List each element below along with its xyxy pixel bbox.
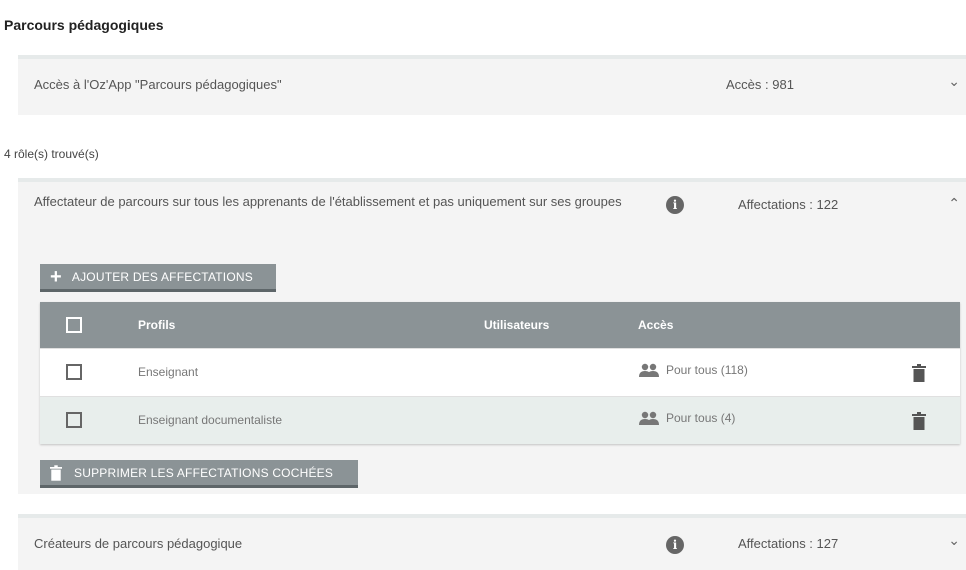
role-panel[interactable]: Créateurs de parcours pédagogique i Affe… [18, 514, 966, 570]
role-count: Affectations : 127 [738, 536, 839, 551]
table-row: Enseignant documentaliste Pour tous (4) [40, 396, 960, 444]
chevron-down-icon[interactable]: ⌄ [948, 73, 960, 90]
row-checkbox[interactable] [66, 412, 82, 428]
group-icon [639, 411, 659, 425]
trash-icon[interactable] [912, 364, 926, 382]
access-panel[interactable]: Accès à l'Oz'App "Parcours pédagogiques"… [18, 55, 966, 115]
acces-cell: Pour tous (4) [638, 411, 735, 425]
role-name: Affectateur de parcours sur tous les app… [34, 194, 622, 209]
add-assignments-label: AJOUTER DES AFFECTATIONS [71, 269, 253, 284]
select-all-checkbox[interactable] [66, 317, 82, 333]
role-panel: Affectateur de parcours sur tous les app… [18, 178, 966, 494]
role-count: Affectations : 122 [738, 197, 839, 212]
group-icon [639, 363, 659, 377]
trash-icon [50, 464, 62, 481]
profil-cell: Enseignant documentaliste [138, 413, 283, 427]
chevron-down-icon[interactable]: ⌄ [948, 532, 960, 549]
assignments-table: Profils Utilisateurs Accès Enseignant Po… [40, 302, 960, 444]
acces-value: Pour tous (4) [666, 411, 736, 425]
row-checkbox[interactable] [66, 364, 82, 380]
column-header-acces: Accès [638, 318, 674, 332]
access-label: Accès à l'Oz'App "Parcours pédagogiques" [34, 77, 282, 92]
acces-value: Pour tous (118) [666, 363, 748, 377]
delete-checked-button[interactable]: SUPPRIMER LES AFFECTATIONS COCHÉES [40, 460, 358, 488]
info-icon[interactable]: i [666, 536, 684, 554]
profil-cell: Enseignant [138, 365, 199, 379]
column-header-profils: Profils [138, 318, 176, 332]
column-header-utilisateurs: Utilisateurs [484, 318, 550, 332]
roles-found-count: 4 rôle(s) trouvé(s) [4, 147, 99, 161]
page-title: Parcours pédagogiques [4, 17, 164, 33]
table-header: Profils Utilisateurs Accès [40, 302, 960, 348]
table-row: Enseignant Pour tous (118) [40, 348, 960, 396]
access-count: Accès : 981 [726, 77, 794, 92]
chevron-up-icon[interactable]: ⌃ [948, 195, 960, 212]
info-icon[interactable]: i [666, 196, 684, 214]
acces-cell: Pour tous (118) [638, 363, 748, 377]
role-name: Créateurs de parcours pédagogique [34, 536, 243, 551]
delete-checked-label: SUPPRIMER LES AFFECTATIONS COCHÉES [74, 465, 334, 480]
plus-icon: + [50, 265, 62, 288]
add-assignments-button[interactable]: + AJOUTER DES AFFECTATIONS [40, 264, 276, 292]
trash-icon[interactable] [912, 412, 926, 430]
